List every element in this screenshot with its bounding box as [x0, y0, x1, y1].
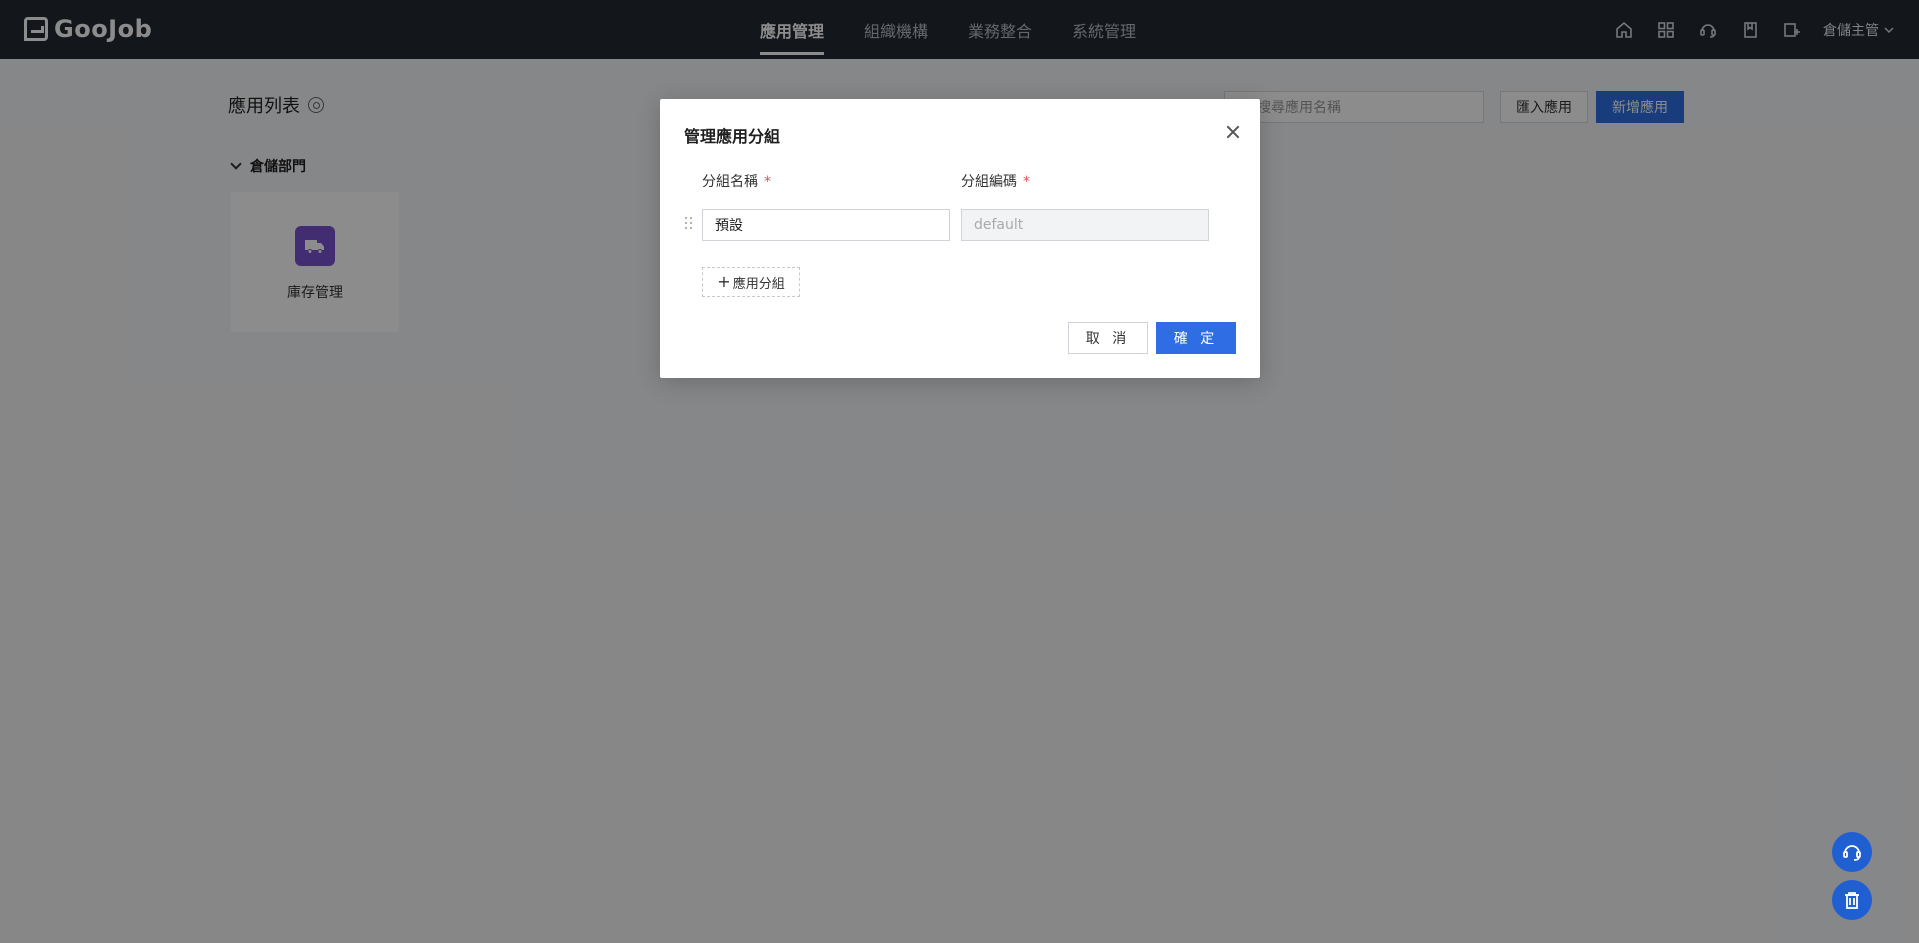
close-icon[interactable]: [1224, 123, 1242, 141]
add-group-label: 應用分組: [732, 276, 785, 292]
dialog-title: 管理應用分組: [684, 127, 781, 146]
cancel-button[interactable]: 取 消: [1068, 322, 1148, 354]
required-mark: *: [764, 174, 771, 190]
customer-service-button[interactable]: [1832, 832, 1872, 872]
confirm-button[interactable]: 確 定: [1156, 322, 1236, 354]
trash-button[interactable]: [1832, 880, 1872, 920]
headset-icon: [1843, 845, 1861, 861]
manage-groups-dialog: 管理應用分組 分組名稱 * 分組編碼 * 預設 default + 應用分組 取 消…: [660, 99, 1260, 378]
drag-handle-icon[interactable]: [685, 217, 693, 231]
required-mark: *: [1023, 174, 1030, 190]
group-code-column-label: 分組編碼 *: [961, 171, 1030, 191]
group-name-input[interactable]: 預設: [702, 209, 950, 241]
trash-icon: [1845, 892, 1859, 909]
group-code-input: default: [961, 209, 1209, 241]
group-name-label: 分組名稱: [702, 174, 758, 190]
group-name-column-label: 分組名稱 *: [702, 171, 771, 191]
group-code-label: 分組編碼: [961, 174, 1017, 190]
plus-icon: +: [717, 272, 731, 291]
add-group-button[interactable]: + 應用分組: [702, 267, 800, 297]
